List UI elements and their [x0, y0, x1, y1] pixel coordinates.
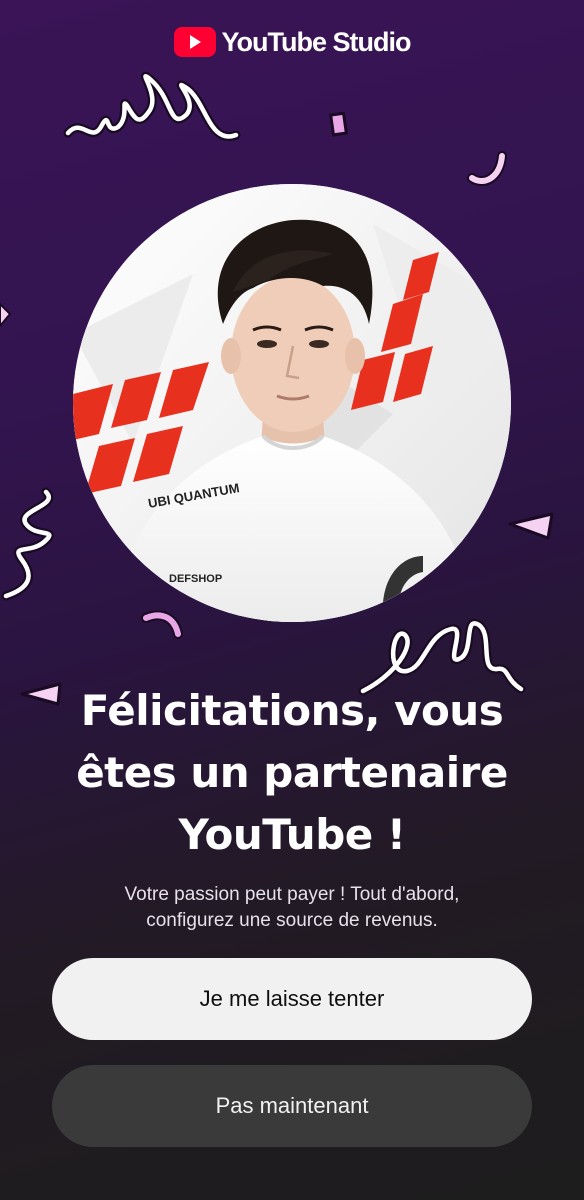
subtitle-line-1: Votre passion peut payer ! Tout d'abord,	[124, 884, 460, 905]
confetti-squiggle-left	[1, 487, 54, 601]
title-line-1: Félicitations, vous	[80, 686, 504, 735]
accept-button[interactable]: Je me laisse tenter	[52, 958, 532, 1040]
confetti-triangle-right	[508, 512, 554, 540]
confetti-curl-middle	[141, 610, 183, 639]
confetti-squiggle-top-left	[63, 71, 241, 141]
page-title: Félicitations, vous êtes un partenaire Y…	[40, 680, 544, 866]
title-line-2: êtes un partenaire	[76, 748, 508, 797]
subtitle: Votre passion peut payer ! Tout d'abord,…	[40, 882, 544, 934]
brand-name: YouTube Studio	[221, 26, 412, 57]
creator-avatar: UBI QUANTUM DEFSHOP	[73, 184, 511, 622]
title-line-3: YouTube !	[178, 810, 406, 859]
confetti-curl-top-right	[467, 151, 507, 186]
confetti-rect-top	[328, 111, 349, 137]
confetti-edge-left	[0, 302, 12, 328]
shirt-text-defshop: DEFSHOP	[169, 573, 222, 585]
subtitle-line-2: configurez une source de revenus.	[146, 910, 438, 931]
youtube-play-icon	[173, 27, 216, 57]
not-now-button[interactable]: Pas maintenant	[52, 1065, 532, 1147]
